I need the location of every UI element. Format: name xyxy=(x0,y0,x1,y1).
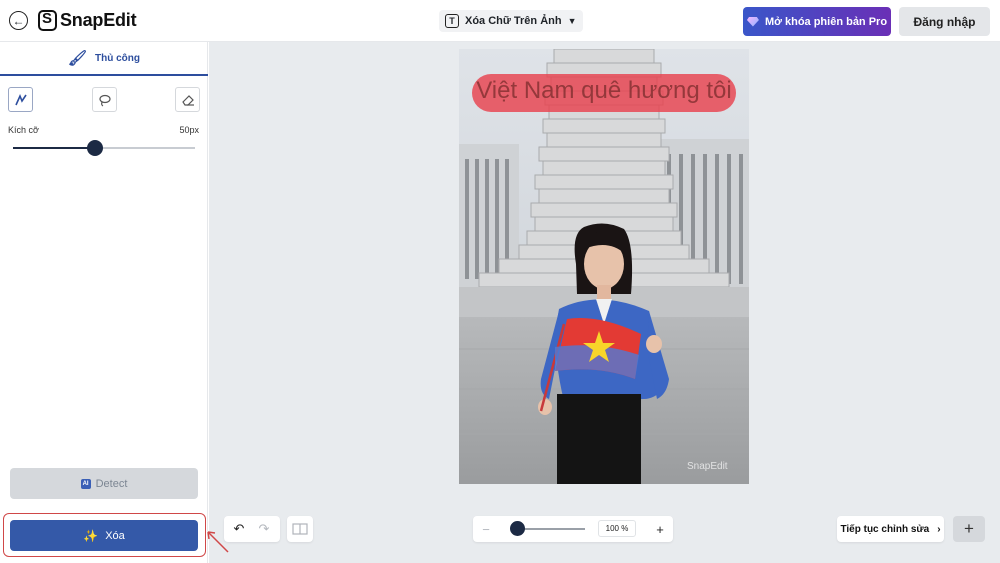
zoom-thumb[interactable] xyxy=(509,521,525,536)
overlay-text: Việt Nam quê hương tôi xyxy=(476,77,732,104)
brush-icon xyxy=(14,93,27,105)
erase-label: Xóa xyxy=(105,529,125,542)
photo-canvas[interactable]: SnapEdit Việt Nam quê hương tôi xyxy=(459,49,749,484)
lasso-icon xyxy=(98,94,111,107)
continue-editing-button[interactable]: Tiếp tục chỉnh sửa › xyxy=(837,516,944,542)
compare-icon xyxy=(292,523,308,535)
chevron-right-icon: › xyxy=(937,523,941,535)
redo-icon[interactable]: ↷ xyxy=(253,518,275,540)
brush-size-thumb[interactable] xyxy=(86,140,103,156)
tab-manual[interactable]: 🖌 Thủ công xyxy=(0,42,208,76)
tab-manual-label: Thủ công xyxy=(95,52,141,64)
app-logo[interactable]: SnapEdit xyxy=(38,10,137,31)
text-tool-icon: T xyxy=(445,14,459,28)
detect-label: Detect xyxy=(95,477,128,490)
detect-button[interactable]: AI Detect xyxy=(10,468,198,499)
watermark-text: SnapEdit xyxy=(687,461,728,472)
app-name: SnapEdit xyxy=(60,10,137,30)
paintbrush-icon: 🖌 xyxy=(67,50,88,67)
tool-row xyxy=(8,87,200,113)
brush-size-slider[interactable] xyxy=(13,140,195,156)
brush-size-label: Kích cỡ xyxy=(8,125,39,135)
zoom-slider[interactable] xyxy=(509,521,585,536)
back-icon[interactable]: ← xyxy=(9,11,28,30)
photo-image: SnapEdit xyxy=(459,49,749,484)
sidebar: 🖌 Thủ công Kích cỡ 50px AI Detect ✨ Xóa xyxy=(0,42,208,563)
continue-editing-label: Tiếp tục chỉnh sửa xyxy=(840,523,930,535)
add-button[interactable]: + xyxy=(953,516,985,542)
tool-name: Xóa Chữ Trên Ảnh xyxy=(465,15,562,27)
login-button[interactable]: Đăng nhập xyxy=(899,7,990,36)
top-bar: ← SnapEdit T Xóa Chữ Trên Ảnh ▼ Mở khóa … xyxy=(0,0,1000,42)
brush-size-value: 50px xyxy=(179,125,199,135)
zoom-in-icon[interactable]: + xyxy=(649,518,671,540)
diamond-icon xyxy=(746,16,759,27)
lasso-tool-button[interactable] xyxy=(92,87,117,112)
compare-button[interactable] xyxy=(287,516,313,542)
zoom-out-icon[interactable]: − xyxy=(475,518,497,540)
unlock-pro-label: Mở khóa phiên bản Pro xyxy=(764,15,888,28)
annotation-arrow-icon xyxy=(207,531,229,553)
tool-select-dropdown[interactable]: T Xóa Chữ Trên Ảnh ▼ xyxy=(439,10,583,32)
magic-wand-icon: ✨ xyxy=(83,528,99,543)
zoom-controls: − 100 % + xyxy=(473,516,673,542)
ai-icon: AI xyxy=(80,478,91,489)
logo-mark-icon xyxy=(38,10,57,31)
chevron-down-icon: ▼ xyxy=(567,16,577,26)
eraser-tool-button[interactable] xyxy=(175,87,200,112)
brush-size-fill xyxy=(13,147,95,149)
canvas-area: SnapEdit Việt Nam quê hương tôi ↶ ↷ − 10… xyxy=(209,42,1000,563)
zoom-value: 100 % xyxy=(598,520,636,537)
history-controls: ↶ ↷ xyxy=(224,516,280,542)
erase-button[interactable]: ✨ Xóa xyxy=(10,520,198,551)
unlock-pro-button[interactable]: Mở khóa phiên bản Pro xyxy=(743,7,891,36)
brush-tool-button[interactable] xyxy=(8,87,33,112)
eraser-icon xyxy=(181,94,194,106)
